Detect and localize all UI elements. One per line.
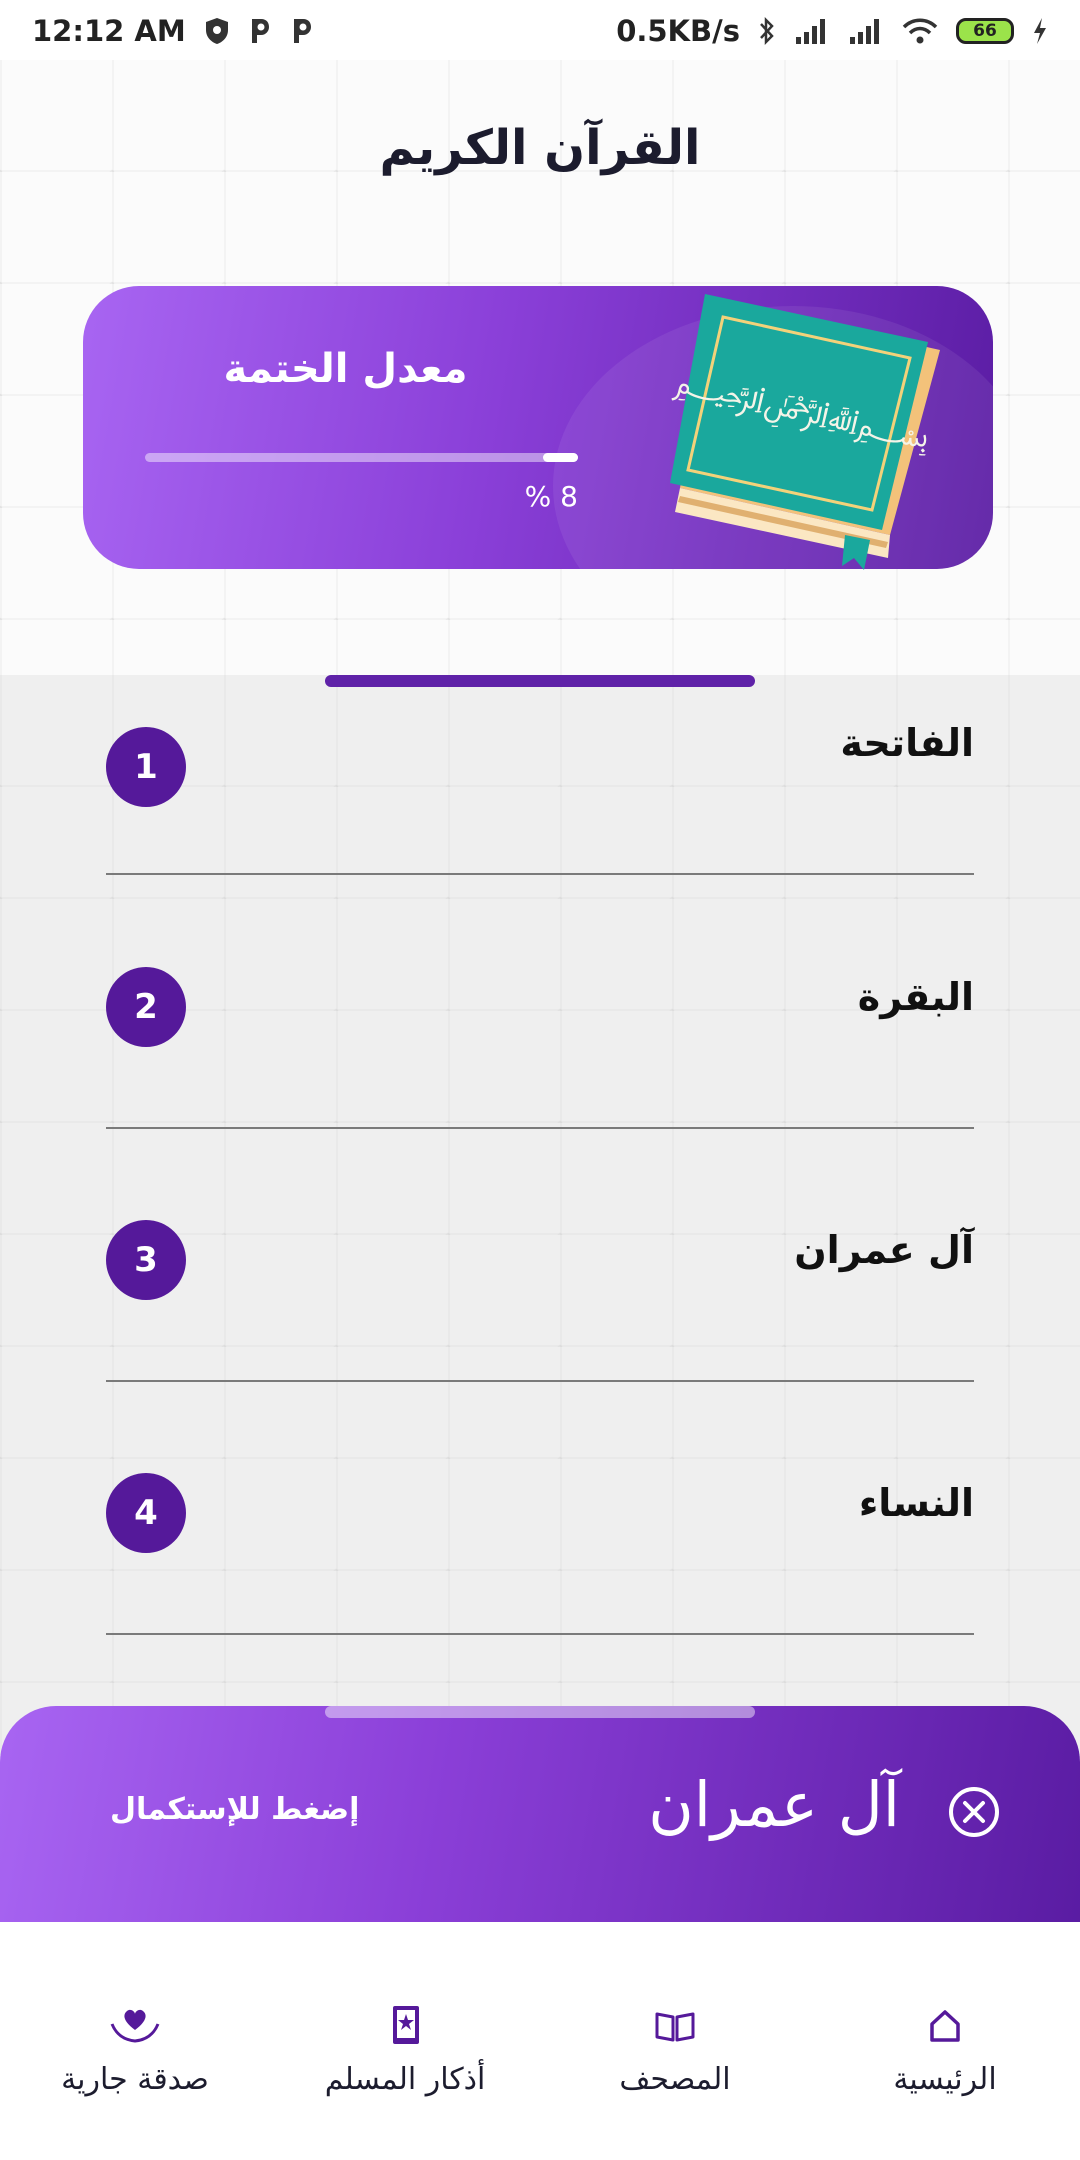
charity-heart-icon	[110, 2009, 160, 2043]
surah-list-item[interactable]: النساء 4	[106, 1433, 974, 1635]
surah-number-badge: 4	[106, 1473, 186, 1553]
nav-item-azkar[interactable]: أذكار المسلم	[285, 2004, 525, 2097]
charging-icon	[1032, 17, 1048, 45]
surah-number-badge: 2	[106, 967, 186, 1047]
status-bar: 12:12 AM 0.5KB/s 66	[0, 0, 1080, 62]
page-title: القرآن الكريم	[379, 120, 701, 176]
home-icon	[930, 2010, 960, 2042]
surah-number-badge: 3	[106, 1220, 186, 1300]
surah-number-badge: 1	[106, 727, 186, 807]
quran-book-icon: ﷽	[620, 290, 950, 594]
nav-label: أذكار المسلم	[324, 2062, 486, 2097]
continue-reading-panel[interactable]: إضغط للإستكمال آل عمران	[0, 1706, 1080, 1922]
open-book-icon	[655, 2012, 695, 2042]
status-time: 12:12 AM	[32, 14, 186, 48]
nav-item-mushaf[interactable]: المصحف	[555, 2004, 795, 2097]
continue-action-label[interactable]: إضغط للإستكمال	[110, 1792, 359, 1827]
surah-list-item[interactable]: البقرة 2	[106, 927, 974, 1129]
signal-icon	[848, 17, 884, 45]
surah-name: النساء	[858, 1481, 974, 1525]
wifi-icon	[902, 17, 938, 45]
progress-bar-fill	[543, 453, 578, 462]
parking-icon	[290, 17, 314, 45]
last-read-surah: آل عمران	[648, 1768, 900, 1841]
nav-item-sadaqa[interactable]: صدقة جارية	[15, 2004, 255, 2097]
nav-label: الرئيسية	[893, 2062, 997, 2097]
network-speed: 0.5KB/s	[616, 14, 740, 48]
signal-icon	[794, 17, 830, 45]
bluetooth-icon	[758, 16, 776, 46]
surah-list-item[interactable]: الفاتحة 1	[106, 673, 974, 875]
progress-percent: 8 %	[524, 480, 578, 513]
prayer-book-icon	[393, 2006, 419, 2044]
surah-list-item[interactable]: آل عمران 3	[106, 1180, 974, 1382]
close-icon[interactable]	[948, 1786, 1000, 1838]
panel-drag-handle[interactable]	[325, 1706, 755, 1718]
nav-label: المصحف	[619, 2062, 731, 2097]
progress-bar	[145, 453, 578, 462]
shield-icon	[204, 17, 230, 45]
nav-label: صدقة جارية	[61, 2062, 209, 2097]
nav-item-home[interactable]: الرئيسية	[825, 2004, 1065, 2097]
surah-name: آل عمران	[794, 1228, 974, 1272]
bottom-navigation: الرئيسية المصحف أذكار المسلم صدقة جارية	[0, 1922, 1080, 2160]
surah-name: البقرة	[857, 975, 974, 1019]
parking-icon	[248, 17, 272, 45]
surah-name: الفاتحة	[840, 721, 974, 765]
progress-card-title: معدل الختمة	[223, 346, 468, 392]
battery-icon: 66	[956, 18, 1014, 44]
